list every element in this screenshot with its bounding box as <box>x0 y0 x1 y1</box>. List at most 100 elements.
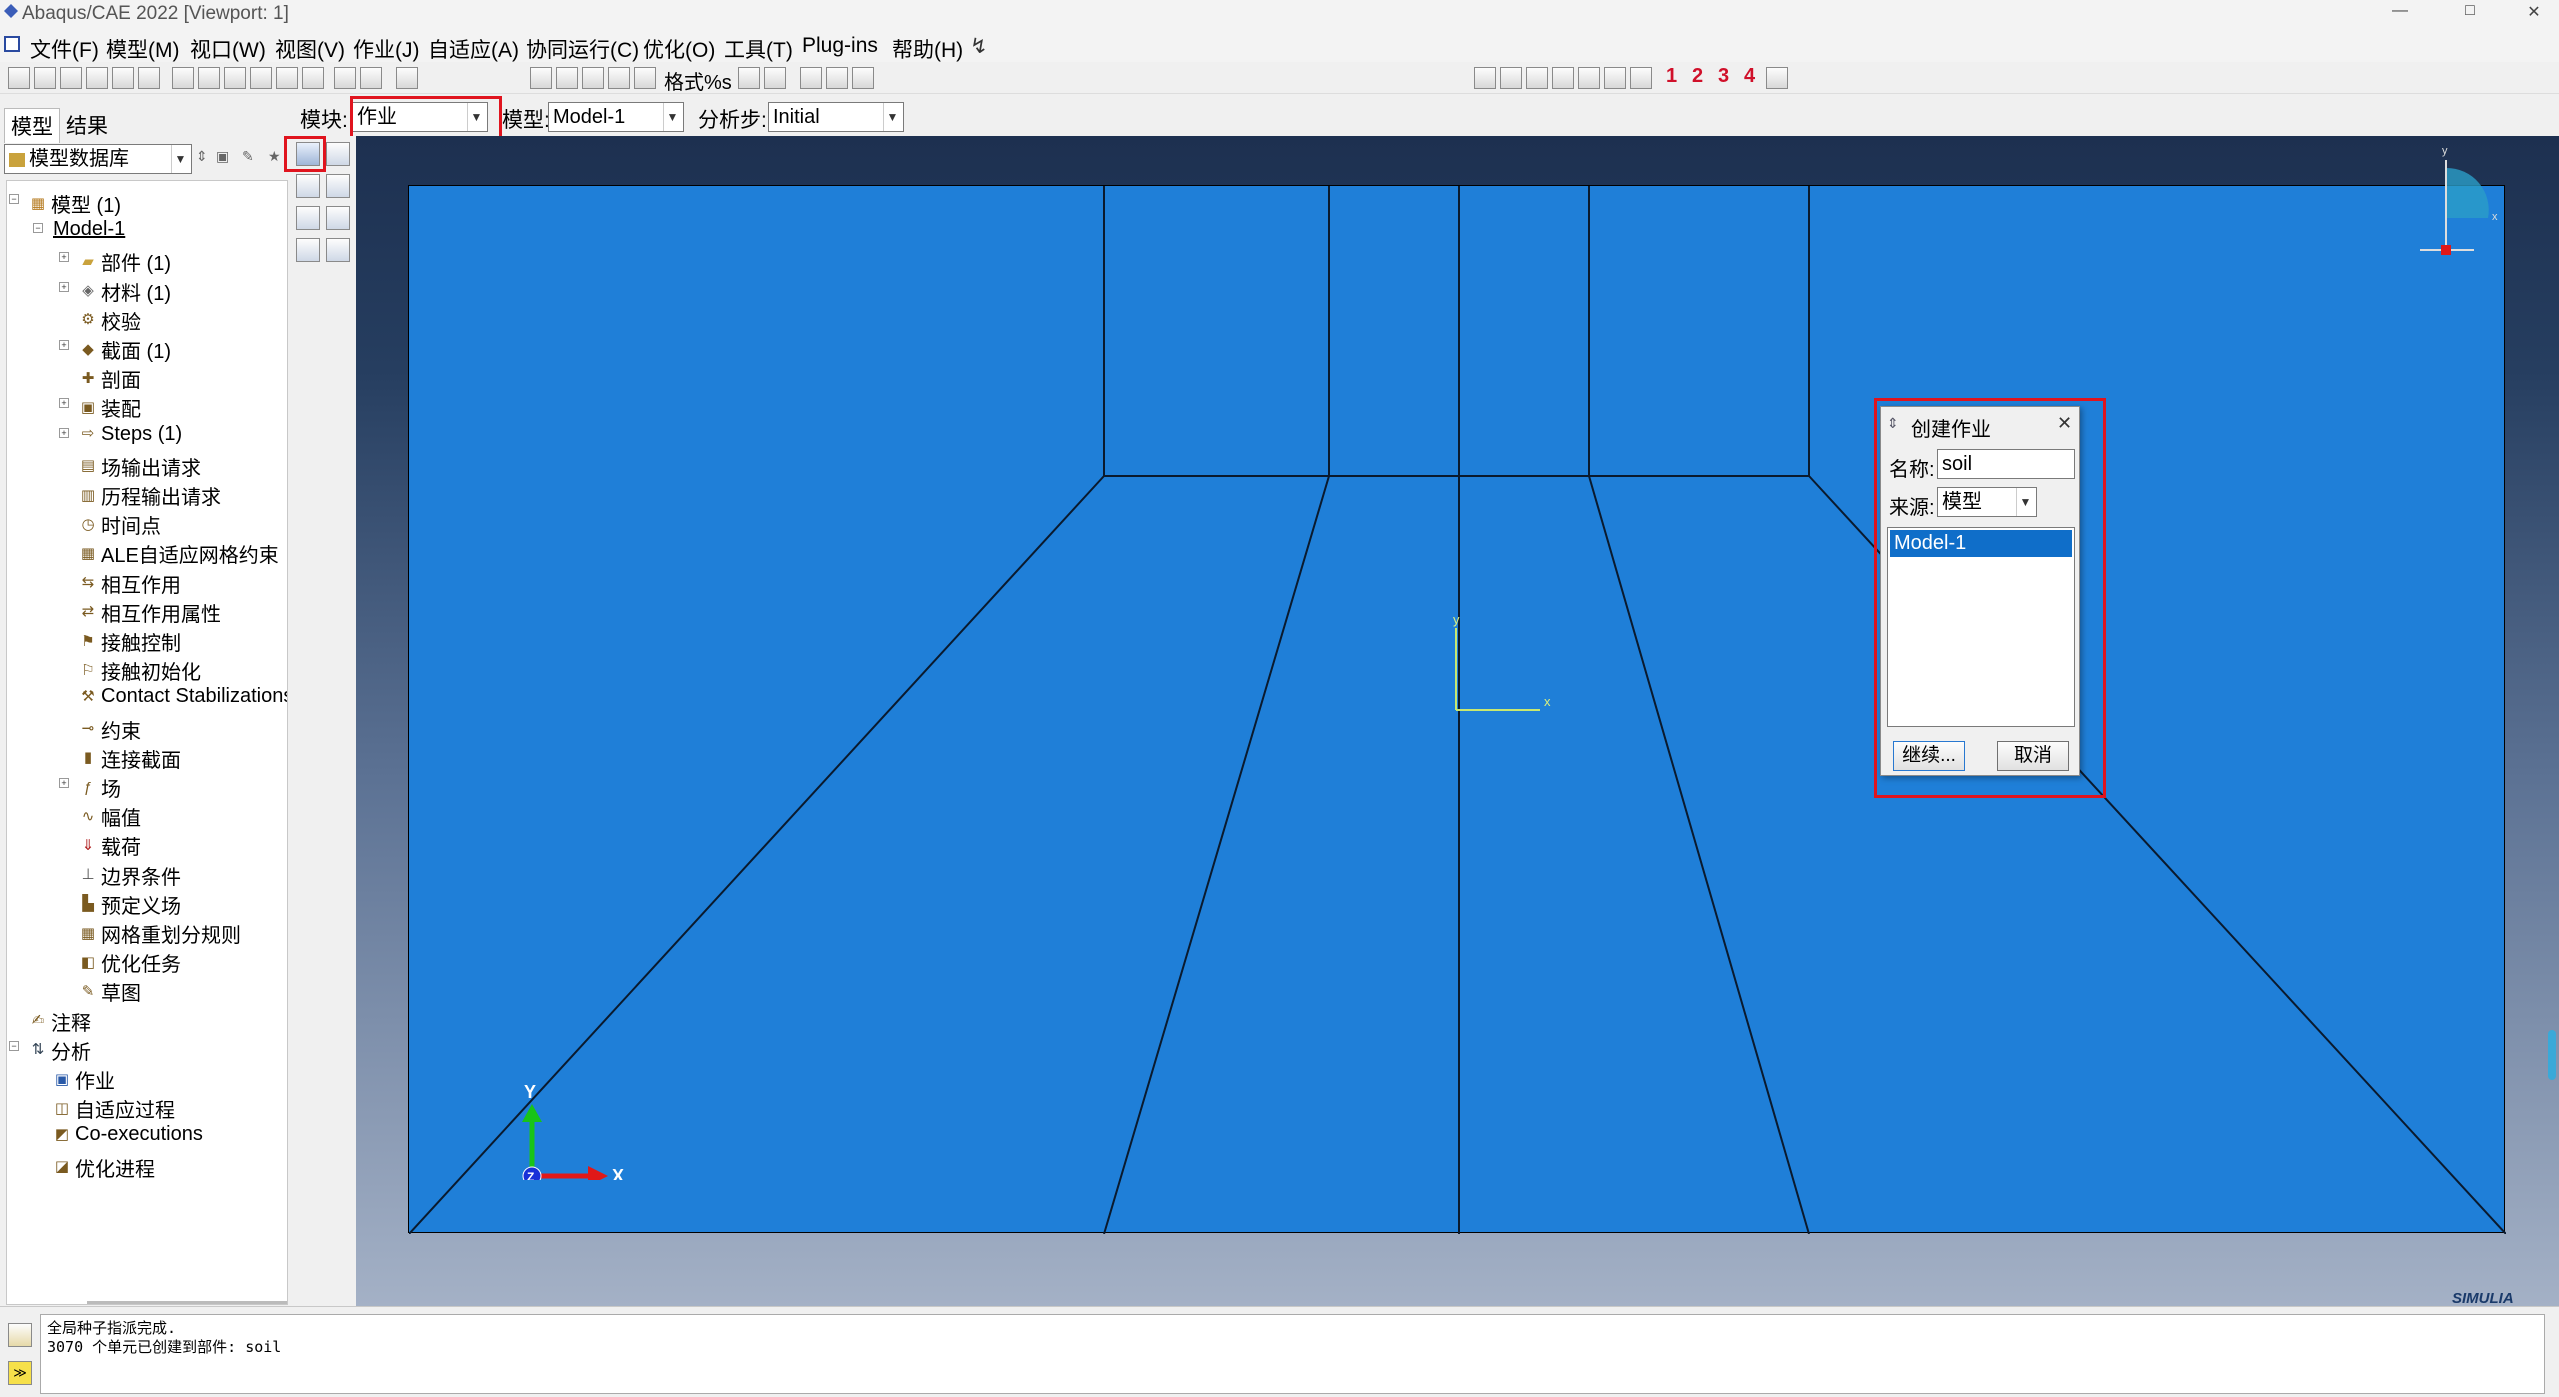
view-left-icon[interactable] <box>1526 67 1548 89</box>
viewport-menu-icon[interactable] <box>4 36 20 52</box>
assembly-display-icon[interactable] <box>826 67 848 89</box>
close-window-button[interactable]: ✕ <box>2514 2 2554 28</box>
tree-expander-icon[interactable]: − <box>9 194 19 204</box>
tree-item[interactable]: ▙ 预定义场 <box>79 890 181 919</box>
import-icon[interactable] <box>138 67 160 89</box>
tree-expander-icon[interactable]: + <box>59 252 69 263</box>
cycle-icon[interactable] <box>302 67 324 89</box>
menu-co-execution[interactable]: 协同运行(C) <box>526 34 639 64</box>
rotate-icon[interactable] <box>198 67 220 89</box>
tree-expander-icon[interactable]: + <box>59 340 69 350</box>
menu-plugins[interactable]: Plug-ins <box>802 34 878 58</box>
render-solid-icon[interactable] <box>764 67 786 89</box>
menu-model[interactable]: 模型(M) <box>106 34 179 64</box>
magnify-icon[interactable] <box>224 67 246 89</box>
tree-expander-icon[interactable]: − <box>33 223 43 234</box>
view-right-icon[interactable] <box>1552 67 1574 89</box>
adaptivity-manager-icon[interactable] <box>296 174 320 198</box>
print-icon[interactable] <box>86 67 108 89</box>
view-custom-icon[interactable] <box>1766 67 1788 89</box>
select-options-icon[interactable] <box>556 67 578 89</box>
tree-expander-icon[interactable]: + <box>59 398 69 409</box>
tree-item[interactable]: − ⇅ 分析 <box>9 1036 91 1065</box>
tree-item[interactable]: − Model-1 <box>33 218 125 241</box>
view-iso-icon[interactable] <box>1630 67 1652 89</box>
copy-icon[interactable] <box>634 67 656 89</box>
tree-item[interactable]: ▮ 连接截面 <box>79 744 181 773</box>
whats-this-icon[interactable]: ↯ <box>970 34 988 59</box>
tree-expander-icon[interactable]: − <box>9 1040 19 1051</box>
maximize-button[interactable]: □ <box>2450 2 2490 28</box>
menu-tools[interactable]: 工具(T) <box>724 34 793 64</box>
tree-expander-icon[interactable]: + <box>59 281 69 292</box>
minimize-button[interactable]: — <box>2380 2 2420 28</box>
view-3-button[interactable]: 3 <box>1718 65 1729 88</box>
tree-item[interactable]: ◪ 优化进程 <box>53 1153 155 1182</box>
step-combo[interactable]: Initial ▼ <box>768 102 904 132</box>
tree-item[interactable]: + ƒ 场 <box>59 773 121 802</box>
optimization-create-icon[interactable] <box>326 238 350 262</box>
view-1-button[interactable]: 1 <box>1666 65 1677 88</box>
tree-item[interactable]: + ◈ 材料 (1) <box>59 277 171 306</box>
menu-viewport[interactable]: 视口(W) <box>190 34 266 64</box>
align-icon[interactable] <box>360 67 382 89</box>
menu-file[interactable]: 文件(F) <box>30 34 99 64</box>
tab-results[interactable]: 结果 <box>60 108 114 142</box>
tree-item[interactable]: ⚒ Contact Stabilizations <box>79 685 287 708</box>
menu-adaptivity[interactable]: 自适应(A) <box>428 34 519 64</box>
menu-optimization[interactable]: 优化(O) <box>643 34 715 64</box>
tree-item[interactable]: ◧ 优化任务 <box>79 948 181 977</box>
tree-item[interactable]: ✚ 剖面 <box>79 364 141 393</box>
tree-item[interactable]: ⚑ 接触控制 <box>79 627 181 656</box>
tree-scrollbar[interactable] <box>87 1301 287 1304</box>
view-bottom-icon[interactable] <box>1604 67 1626 89</box>
model-combo[interactable]: Model-1 ▼ <box>548 102 684 132</box>
tree-item[interactable]: ◩ Co-executions <box>53 1123 203 1146</box>
tab-model[interactable]: 模型 <box>4 108 60 143</box>
tree-filter-icon[interactable]: ✎ <box>242 148 254 165</box>
tree-item[interactable]: ◷ 时间点 <box>79 510 161 539</box>
tree-item[interactable]: ▤ 场输出请求 <box>79 452 201 481</box>
adaptivity-create-icon[interactable] <box>326 174 350 198</box>
tree-item[interactable]: ⊥ 边界条件 <box>79 861 181 890</box>
menu-help[interactable]: 帮助(H) <box>892 34 963 64</box>
layers-icon[interactable] <box>334 67 356 89</box>
tree-item[interactable]: ✍ 注释 <box>29 1007 91 1036</box>
format-label[interactable]: 格式%s <box>664 66 732 95</box>
tree-item[interactable]: ▦ ALE自适应网格约束 <box>79 539 279 568</box>
message-area-icon[interactable] <box>8 1323 32 1347</box>
model-tree-icon[interactable] <box>800 67 822 89</box>
tree-item[interactable]: + ▣ 装配 <box>59 393 141 422</box>
tree-item[interactable]: + ▰ 部件 (1) <box>59 247 171 276</box>
viewport-side-handle[interactable] <box>2548 1030 2556 1080</box>
tree-item[interactable]: ⇓ 载荷 <box>79 831 141 860</box>
select-arrow-icon[interactable] <box>396 67 418 89</box>
view-front-icon[interactable] <box>1474 67 1496 89</box>
save-icon[interactable] <box>60 67 82 89</box>
optimization-manager-icon[interactable] <box>296 238 320 262</box>
tree-item[interactable]: ⇄ 相互作用属性 <box>79 598 221 627</box>
job-create-icon[interactable] <box>326 142 350 166</box>
box-zoom-icon[interactable] <box>250 67 272 89</box>
view-top-icon[interactable] <box>1578 67 1600 89</box>
tree-item[interactable]: ⚙ 校验 <box>79 306 141 335</box>
co-execution-manager-icon[interactable] <box>296 206 320 230</box>
tree-item[interactable]: + ◆ 截面 (1) <box>59 335 171 364</box>
tree-item[interactable]: ⇆ 相互作用 <box>79 569 181 598</box>
tree-sort-icon[interactable]: ⇕ <box>196 148 208 165</box>
tree-item[interactable]: ⚐ 接触初始化 <box>79 656 201 685</box>
render-shaded-icon[interactable] <box>738 67 760 89</box>
co-execution-create-icon[interactable] <box>326 206 350 230</box>
tree-item[interactable]: ∿ 幅值 <box>79 802 141 831</box>
auto-fit-icon[interactable] <box>276 67 298 89</box>
view-4-button[interactable]: 4 <box>1744 65 1755 88</box>
view-2-button[interactable]: 2 <box>1692 65 1703 88</box>
tree-expander-icon[interactable]: + <box>59 778 69 788</box>
box-select-icon[interactable] <box>582 67 604 89</box>
tree-item[interactable]: − ▦ 模型 (1) <box>9 189 121 218</box>
tree-item[interactable]: ✎ 草图 <box>79 977 141 1006</box>
select-mesh-icon[interactable] <box>608 67 630 89</box>
odb-icon[interactable] <box>112 67 134 89</box>
tree-item[interactable]: + ⇨ Steps (1) <box>59 423 182 446</box>
select-from-viewport-icon[interactable] <box>530 67 552 89</box>
